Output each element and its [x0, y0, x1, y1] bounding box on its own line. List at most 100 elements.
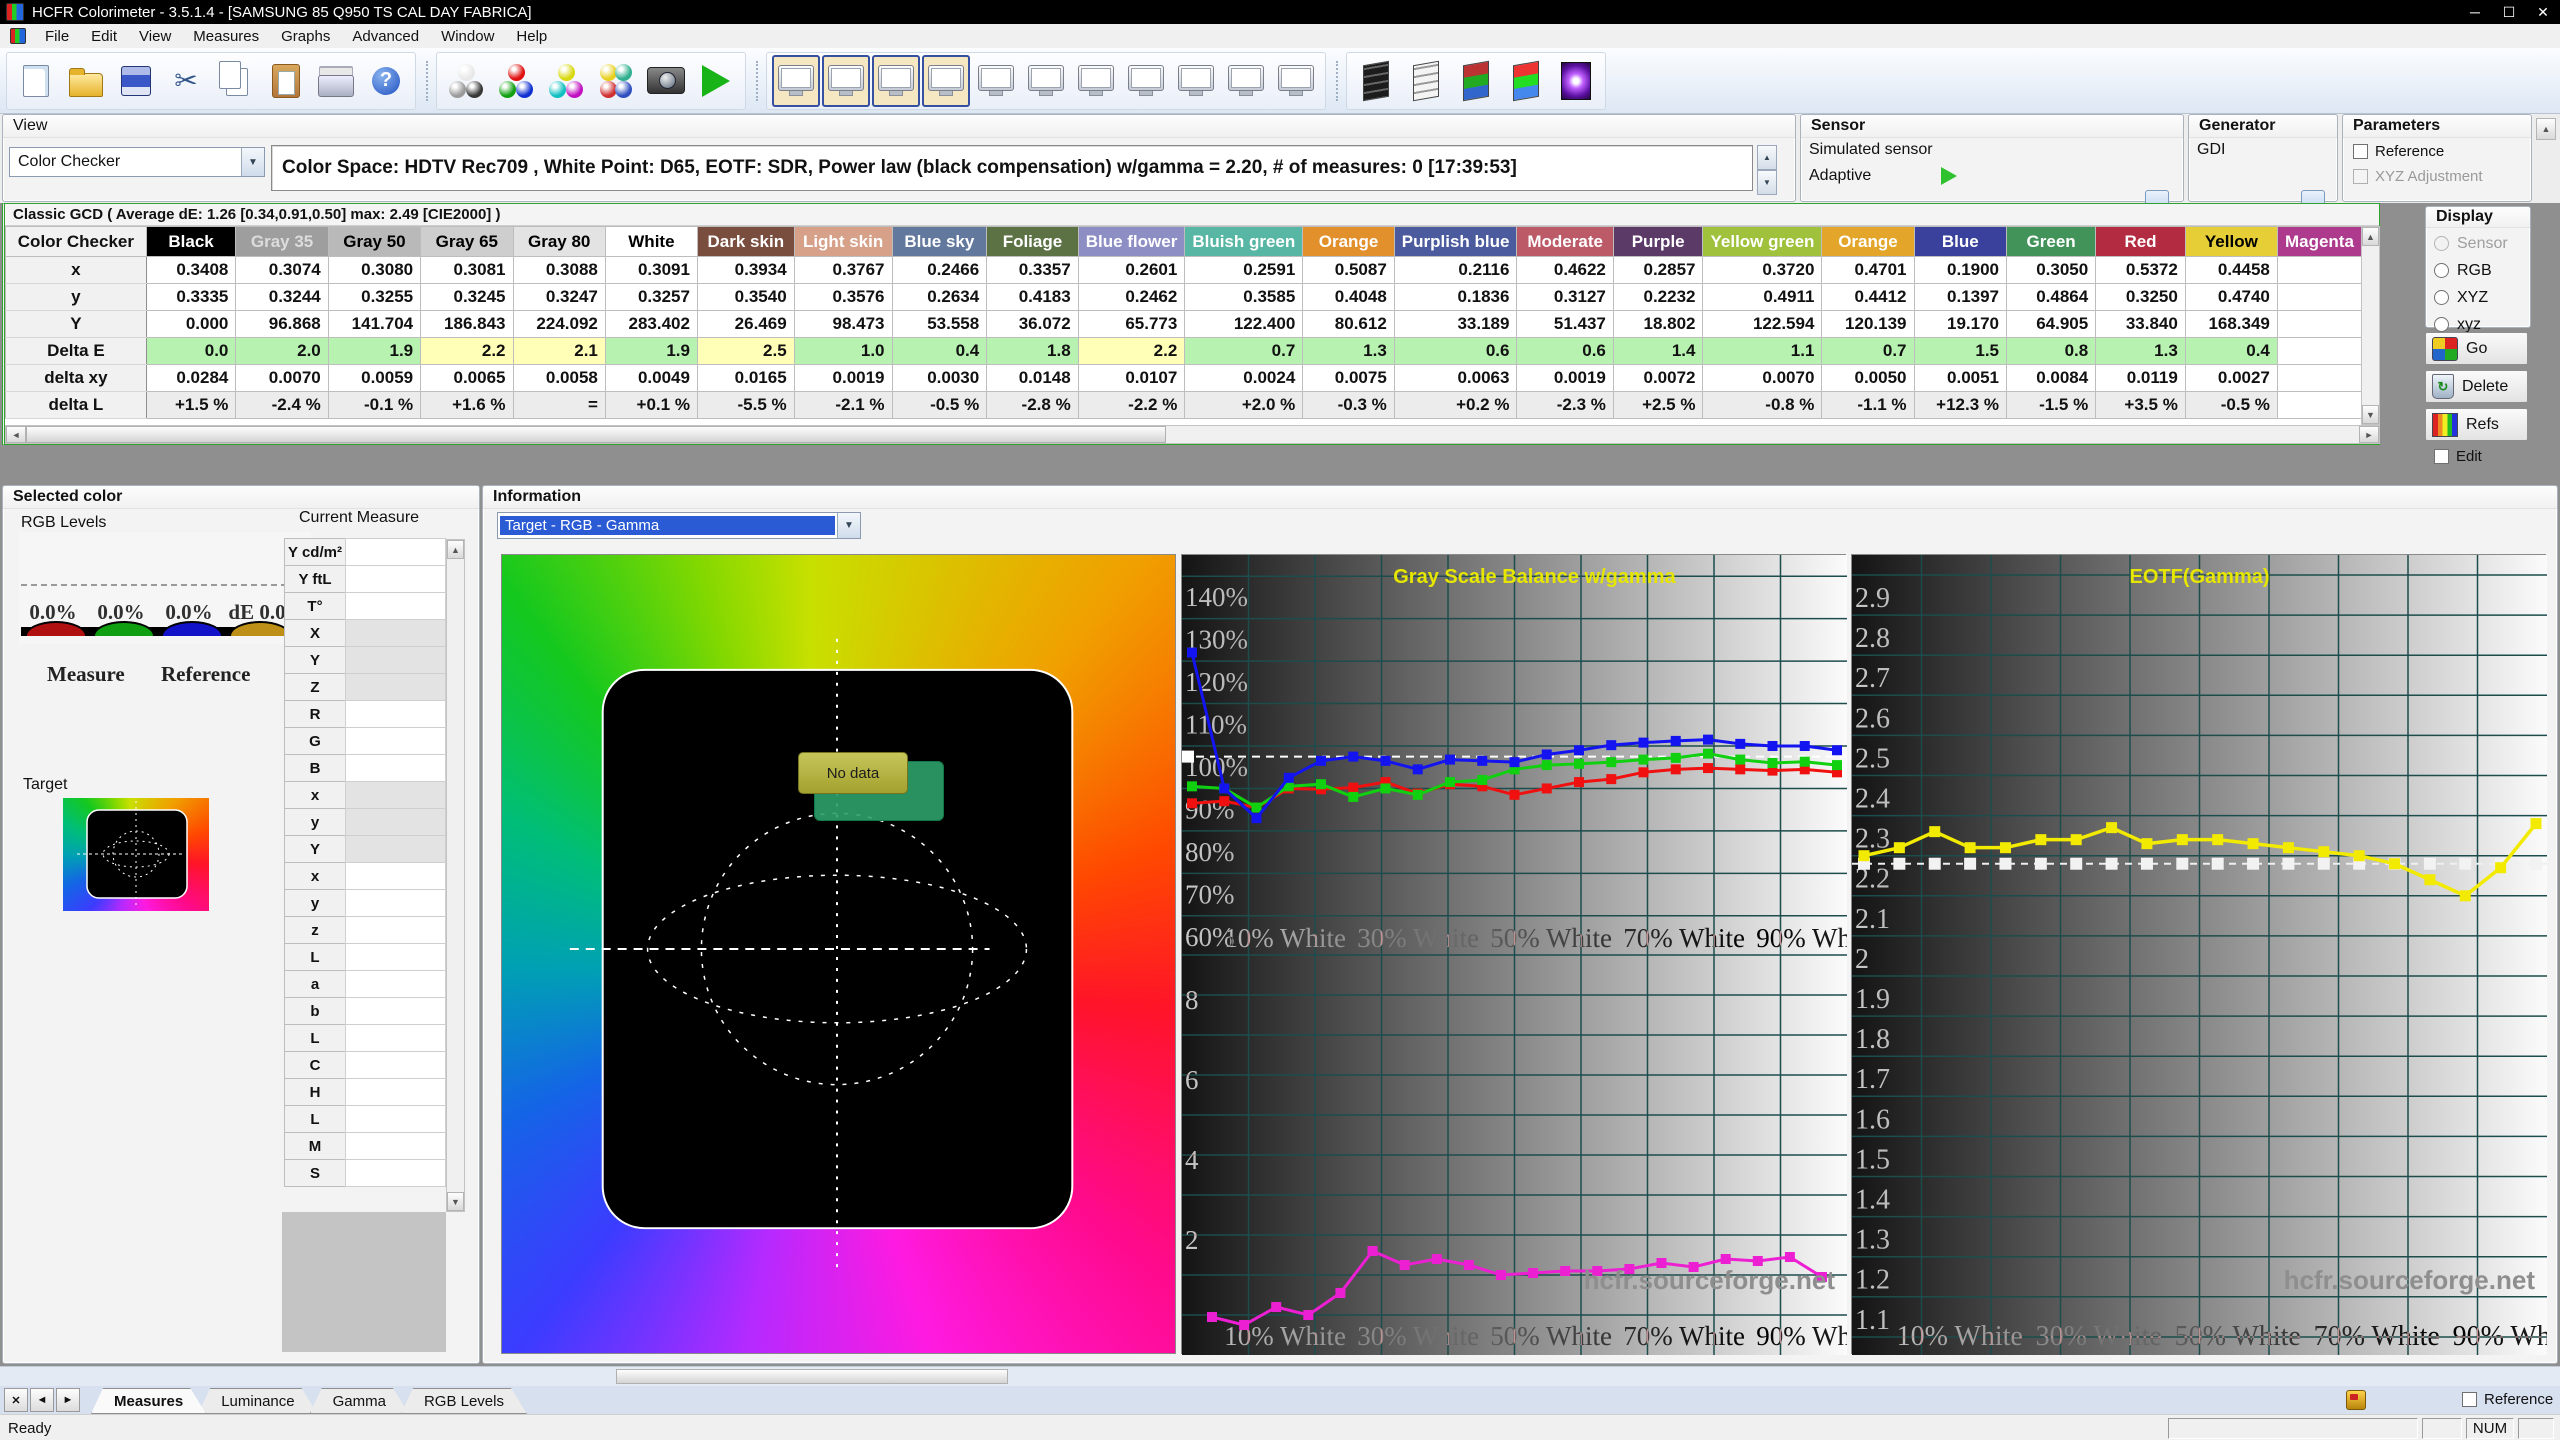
table-cell[interactable]: 0.2232: [1612, 283, 1704, 311]
table-cell[interactable]: 0.0058: [512, 364, 606, 392]
table-cell[interactable]: 98.473: [793, 310, 893, 338]
table-cell[interactable]: +2.5 %: [1612, 391, 1704, 419]
table-cell[interactable]: 0.3255: [327, 283, 422, 311]
table-cell[interactable]: 2.0: [235, 337, 329, 365]
table-cell[interactable]: 0.3088: [512, 256, 606, 284]
table-cell[interactable]: 51.437: [1516, 310, 1614, 338]
measure-primaries-icon[interactable]: [492, 55, 540, 107]
measure-row-value[interactable]: [345, 916, 446, 944]
paste-icon[interactable]: [262, 55, 310, 107]
table-cell[interactable]: 168.349: [2184, 310, 2278, 338]
radio-icon[interactable]: [2434, 263, 2449, 278]
tab-gamma[interactable]: Gamma: [310, 1388, 409, 1414]
table-cell[interactable]: +2.0 %: [1184, 391, 1304, 419]
table-cell[interactable]: 0.6: [1393, 337, 1518, 365]
refs-button[interactable]: Refs: [2425, 408, 2528, 441]
table-cell[interactable]: 0.4864: [2006, 283, 2097, 311]
table-cell[interactable]: 0.4: [891, 337, 988, 365]
measure-row-value[interactable]: [345, 1051, 446, 1079]
display-radio-xyz[interactable]: XYZ: [2434, 284, 2530, 311]
table-cell[interactable]: 0.4: [2184, 337, 2278, 365]
table-cell[interactable]: 1.9: [604, 337, 698, 365]
table-cell[interactable]: 224.092: [512, 310, 606, 338]
column-header[interactable]: Gray 50: [327, 226, 422, 257]
table-cell[interactable]: 0.4622: [1516, 256, 1614, 284]
tab-rgb-levels[interactable]: RGB Levels: [401, 1388, 527, 1414]
table-cell[interactable]: 0.3335: [145, 283, 237, 311]
view-measures-grid-icon[interactable]: [772, 54, 820, 107]
measure-row-value[interactable]: [345, 1159, 446, 1187]
table-cell[interactable]: 1.0: [793, 337, 893, 365]
column-header[interactable]: Foliage: [986, 226, 1079, 257]
measure-row-value[interactable]: [345, 997, 446, 1025]
table-cell[interactable]: 0.1900: [1913, 256, 2008, 284]
table-cell[interactable]: 0.3767: [793, 256, 893, 284]
table-cell[interactable]: 26.469: [696, 310, 795, 338]
table-cell[interactable]: 122.594: [1702, 310, 1823, 338]
menu-view[interactable]: View: [128, 24, 182, 48]
table-cell[interactable]: 0.0050: [1821, 364, 1915, 392]
table-cell[interactable]: 0.7: [1821, 337, 1915, 365]
scrollbar-thumb[interactable]: [26, 426, 1166, 443]
table-cell[interactable]: 283.402: [604, 310, 698, 338]
reference-checkbox[interactable]: Reference: [2462, 1391, 2553, 1408]
table-cell[interactable]: -0.5 %: [2184, 391, 2278, 419]
column-header[interactable]: Orange: [1302, 226, 1395, 257]
table-cell[interactable]: 0.2462: [1077, 283, 1186, 311]
tab-scroll-left-icon[interactable]: ◄: [30, 1388, 54, 1412]
table-cell[interactable]: 0.0049: [604, 364, 698, 392]
view-gamma2-icon[interactable]: [1122, 55, 1170, 107]
chevron-down-icon[interactable]: ▼: [837, 513, 860, 538]
view-measures-chart-icon[interactable]: [1222, 55, 1270, 107]
tab-scroll-right-icon[interactable]: ►: [56, 1388, 80, 1412]
column-header[interactable]: Gray 80: [512, 226, 606, 257]
table-cell[interactable]: 0.3257: [604, 283, 698, 311]
table-cell[interactable]: 0.3585: [1184, 283, 1304, 311]
table-cell[interactable]: 36.072: [986, 310, 1079, 338]
table-cell[interactable]: 33.840: [2095, 310, 2186, 338]
go-button[interactable]: Go: [2425, 332, 2528, 365]
table-cell[interactable]: 0.0075: [1302, 364, 1395, 392]
copy-icon[interactable]: [212, 55, 260, 107]
table-cell[interactable]: 65.773: [1077, 310, 1186, 338]
table-cell[interactable]: 0.5087: [1302, 256, 1395, 284]
table-cell[interactable]: 122.400: [1184, 310, 1304, 338]
table-cell[interactable]: 53.558: [891, 310, 988, 338]
column-header[interactable]: Purple: [1612, 226, 1704, 257]
checkbox-icon[interactable]: [2462, 1392, 2477, 1407]
display-radio-rgb[interactable]: RGB: [2434, 257, 2530, 284]
menu-measures[interactable]: Measures: [182, 24, 270, 48]
table-cell[interactable]: 0.0072: [1612, 364, 1704, 392]
table-cell[interactable]: 0.4911: [1702, 283, 1823, 311]
print-icon[interactable]: [312, 55, 360, 107]
radio-icon[interactable]: [2434, 317, 2449, 332]
measure-row-value[interactable]: [345, 538, 446, 566]
reference-checkbox[interactable]: Reference: [2353, 143, 2483, 160]
column-header[interactable]: Blue: [1913, 226, 2008, 257]
cie-target-view[interactable]: No data: [501, 554, 1176, 1354]
maximize-button[interactable]: ☐: [2492, 0, 2526, 24]
table-cell[interactable]: 0.3244: [235, 283, 329, 311]
scroll-down-icon[interactable]: ▼: [2362, 405, 2379, 424]
measure-row-value[interactable]: [345, 754, 446, 782]
table-cell[interactable]: 2.2: [420, 337, 514, 365]
measure-grayscale-icon[interactable]: [442, 55, 490, 107]
scroll-up-icon[interactable]: ▲: [447, 540, 464, 559]
table-cell[interactable]: 0.4048: [1302, 283, 1395, 311]
table-cell[interactable]: 33.189: [1393, 310, 1518, 338]
table-cell[interactable]: 0.2601: [1077, 256, 1186, 284]
column-header[interactable]: Blue flower: [1077, 226, 1186, 257]
table-cell[interactable]: 186.843: [420, 310, 514, 338]
checkbox-icon[interactable]: [2434, 449, 2449, 464]
tab-measures[interactable]: Measures: [91, 1388, 206, 1414]
view-color-bars-icon[interactable]: [1172, 55, 1220, 107]
table-cell[interactable]: 0.3074: [235, 256, 329, 284]
table-vertical-scrollbar[interactable]: ▲ ▼: [2361, 226, 2380, 425]
table-cell[interactable]: +0.1 %: [604, 391, 698, 419]
view-dark-chart-icon[interactable]: [1272, 55, 1320, 107]
bottom-horizontal-scrollbar[interactable]: [0, 1366, 2560, 1387]
current-measure-scrollbar[interactable]: ▲ ▼: [446, 539, 465, 1212]
scroll-up-icon[interactable]: ▲: [2536, 118, 2556, 140]
table-cell[interactable]: 80.612: [1302, 310, 1395, 338]
new-file-icon[interactable]: [12, 55, 60, 107]
